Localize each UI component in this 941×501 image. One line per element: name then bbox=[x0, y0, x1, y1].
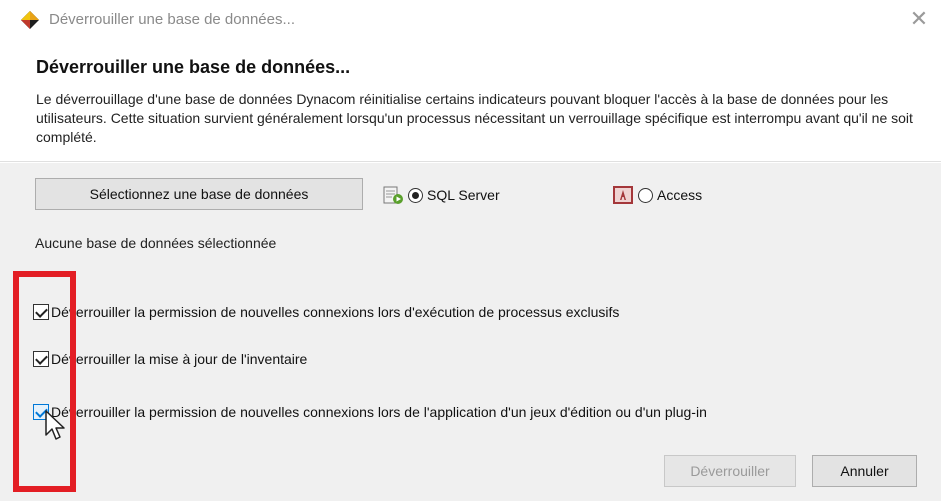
unlock-database-dialog: Déverrouiller une base de données... ✕ D… bbox=[0, 0, 941, 501]
sql-server-label: SQL Server bbox=[427, 187, 500, 203]
close-button[interactable]: ✕ bbox=[906, 8, 932, 32]
dialog-description: Le déverrouillage d'une base de données … bbox=[36, 91, 913, 145]
title-bar[interactable]: Déverrouiller une base de données... ✕ bbox=[0, 0, 941, 40]
select-database-button[interactable]: Sélectionnez une base de données bbox=[35, 178, 363, 210]
dialog-heading: Déverrouiller une base de données... bbox=[36, 57, 351, 77]
plugin-connections-checkbox[interactable] bbox=[33, 404, 49, 420]
access-icon bbox=[613, 186, 633, 204]
unlock-button[interactable]: Déverrouiller bbox=[664, 455, 796, 487]
exclusive-processes-label: Déverrouiller la permission de nouvelles… bbox=[51, 304, 620, 320]
access-radio[interactable] bbox=[638, 187, 653, 203]
sql-server-radio[interactable] bbox=[408, 187, 423, 203]
access-label: Access bbox=[657, 187, 703, 203]
body-panel: Sélectionnez une base de données SQL Ser… bbox=[0, 163, 941, 501]
cancel-button[interactable]: Annuler bbox=[812, 455, 917, 487]
app-icon bbox=[21, 11, 39, 29]
selection-status: Aucune base de données sélectionnée bbox=[35, 235, 277, 251]
header-panel: Déverrouiller une base de données... Le … bbox=[0, 40, 941, 162]
inventory-update-checkbox[interactable] bbox=[33, 351, 49, 367]
plugin-connections-label: Déverrouiller la permission de nouvelles… bbox=[51, 404, 707, 420]
access-option[interactable]: Access bbox=[612, 184, 702, 206]
sql-server-icon bbox=[383, 186, 403, 204]
sql-server-option[interactable]: SQL Server bbox=[382, 184, 500, 206]
window-title: Déverrouiller une base de données... bbox=[49, 11, 295, 28]
exclusive-processes-checkbox[interactable] bbox=[33, 304, 49, 320]
option-exclusive-processes[interactable]: Déverrouiller la permission de nouvelles… bbox=[33, 302, 619, 322]
inventory-update-label: Déverrouiller la mise à jour de l'invent… bbox=[51, 351, 308, 367]
option-plugin-connections[interactable]: Déverrouiller la permission de nouvelles… bbox=[33, 402, 707, 422]
option-inventory-update[interactable]: Déverrouiller la mise à jour de l'invent… bbox=[33, 349, 307, 369]
